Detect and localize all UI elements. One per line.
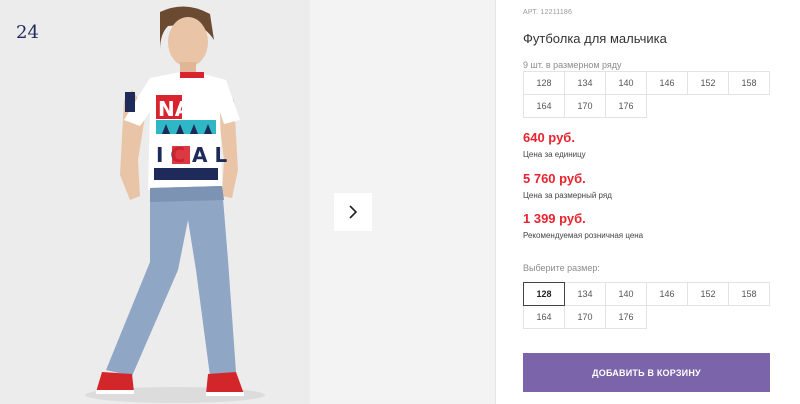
slide-number: 24 [16,22,39,43]
pack-size-cell: 152 [687,71,729,95]
pack-sizes-label: 9 шт. в размерном ряду [523,60,622,70]
unit-price-caption: Цена за единицу [523,150,586,159]
size-option-row: 128 134 140 146 152 158 [523,282,775,306]
product-photo: NAUT I C A L 24 [0,0,310,404]
pack-size-cell: 140 [605,71,647,95]
size-option[interactable]: 170 [564,305,606,329]
retail-price-caption: Рекомендуемая розничная цена [523,231,644,240]
product-title: Футболка для мальчика [523,31,667,46]
svg-text:I C A L: I C A L [156,143,227,167]
size-option-row: 164 170 176 [523,305,775,329]
add-to-cart-button[interactable]: ДОБАВИТЬ В КОРЗИНУ [523,353,770,392]
product-info: АРТ. 12211186 Футболка для мальчика 9 шт… [523,0,783,404]
size-option-selected[interactable]: 128 [523,282,565,306]
retail-price: 1 399 руб. [523,211,586,226]
pack-size-cell: 176 [605,94,647,118]
size-option[interactable]: 140 [605,282,647,306]
size-selector: 128 134 140 146 152 158 164 170 176 [523,282,775,329]
pack-size-row: 164 170 176 [523,94,775,118]
svg-text:NAUT: NAUT [158,97,220,121]
size-option[interactable]: 152 [687,282,729,306]
chevron-right-icon [349,205,358,219]
size-option[interactable]: 146 [646,282,688,306]
pack-size-cell: 146 [646,71,688,95]
article-number: АРТ. 12211186 [523,9,573,16]
size-range-price-caption: Цена за размерный ряд [523,191,612,200]
pack-size-cell: 164 [523,94,565,118]
next-slide-button[interactable] [334,193,372,231]
pack-size-cell: 158 [728,71,770,95]
choose-size-label: Выберите размер: [523,263,600,273]
size-option[interactable]: 164 [523,305,565,329]
unit-price: 640 руб. [523,130,575,145]
size-option[interactable]: 176 [605,305,647,329]
pack-size-row: 128 134 140 146 152 158 [523,71,775,95]
pack-size-cell: 128 [523,71,565,95]
pack-size-cell: 170 [564,94,606,118]
product-gallery: NAUT I C A L 24 [0,0,496,404]
pack-size-cell: 134 [564,71,606,95]
boy-in-tshirt-image: NAUT I C A L [0,0,310,404]
size-option[interactable]: 158 [728,282,770,306]
pack-sizes-grid: 128 134 140 146 152 158 164 170 176 [523,71,775,118]
size-option[interactable]: 134 [564,282,606,306]
size-range-price: 5 760 руб. [523,171,586,186]
